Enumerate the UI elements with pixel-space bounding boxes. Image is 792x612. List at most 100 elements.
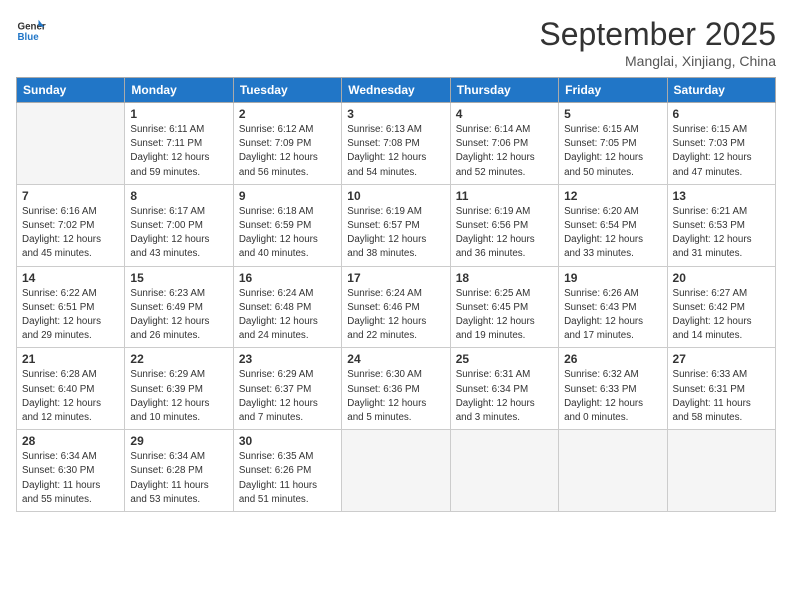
day-number: 28 xyxy=(22,434,119,448)
day-number: 20 xyxy=(673,271,770,285)
calendar-day-30: 30 Sunrise: 6:35 AMSunset: 6:26 PMDayligh… xyxy=(233,430,341,512)
calendar-day-5: 5 Sunrise: 6:15 AMSunset: 7:05 PMDaylight… xyxy=(559,103,667,185)
day-number: 8 xyxy=(130,189,227,203)
day-number: 19 xyxy=(564,271,661,285)
day-info: Sunrise: 6:21 AMSunset: 6:53 PMDaylight:… xyxy=(673,205,770,262)
day-info: Sunrise: 6:32 AMSunset: 6:33 PMDaylight:… xyxy=(564,368,661,425)
calendar-day-13: 13 Sunrise: 6:21 AMSunset: 6:53 PMDayligh… xyxy=(667,184,775,266)
svg-text:Blue: Blue xyxy=(18,32,40,43)
day-info: Sunrise: 6:34 AMSunset: 6:28 PMDaylight:… xyxy=(130,450,227,507)
day-info: Sunrise: 6:26 AMSunset: 6:43 PMDaylight:… xyxy=(564,287,661,344)
day-number: 21 xyxy=(22,352,119,366)
day-number: 5 xyxy=(564,107,661,121)
day-info: Sunrise: 6:19 AMSunset: 6:56 PMDaylight:… xyxy=(456,205,553,262)
day-info: Sunrise: 6:35 AMSunset: 6:26 PMDaylight:… xyxy=(239,450,336,507)
day-info: Sunrise: 6:22 AMSunset: 6:51 PMDaylight:… xyxy=(22,287,119,344)
day-info: Sunrise: 6:17 AMSunset: 7:00 PMDaylight:… xyxy=(130,205,227,262)
calendar-day-21: 21 Sunrise: 6:28 AMSunset: 6:40 PMDayligh… xyxy=(17,348,125,430)
day-number: 22 xyxy=(130,352,227,366)
day-number: 10 xyxy=(347,189,444,203)
location: Manglai, Xinjiang, China xyxy=(539,53,776,69)
calendar-day-7: 7Sunrise: 6:16 AMSunset: 7:02 PMDaylight… xyxy=(17,184,125,266)
calendar-day-19: 19 Sunrise: 6:26 AMSunset: 6:43 PMDayligh… xyxy=(559,266,667,348)
day-number: 11 xyxy=(456,189,553,203)
day-number: 23 xyxy=(239,352,336,366)
day-info: Sunrise: 6:23 AMSunset: 6:49 PMDaylight:… xyxy=(130,287,227,344)
day-info: Sunrise: 6:13 AMSunset: 7:08 PMDaylight:… xyxy=(347,123,444,180)
day-info: Sunrise: 6:24 AMSunset: 6:48 PMDaylight:… xyxy=(239,287,336,344)
calendar-day-25: 25Sunrise: 6:31 AMSunset: 6:34 PMDayligh… xyxy=(450,348,558,430)
title-block: September 2025 Manglai, Xinjiang, China xyxy=(539,16,776,69)
day-number: 3 xyxy=(347,107,444,121)
calendar-day-28: 28 Sunrise: 6:34 AMSunset: 6:30 PMDayligh… xyxy=(17,430,125,512)
calendar-week-5: 28 Sunrise: 6:34 AMSunset: 6:30 PMDayligh… xyxy=(17,430,776,512)
calendar-day-14: 14Sunrise: 6:22 AMSunset: 6:51 PMDayligh… xyxy=(17,266,125,348)
calendar-empty xyxy=(17,103,125,185)
day-number: 2 xyxy=(239,107,336,121)
day-number: 18 xyxy=(456,271,553,285)
day-info: Sunrise: 6:25 AMSunset: 6:45 PMDaylight:… xyxy=(456,287,553,344)
calendar-day-17: 17 Sunrise: 6:24 AMSunset: 6:46 PMDayligh… xyxy=(342,266,450,348)
day-number: 24 xyxy=(347,352,444,366)
day-number: 17 xyxy=(347,271,444,285)
day-info: Sunrise: 6:15 AMSunset: 7:05 PMDaylight:… xyxy=(564,123,661,180)
calendar-day-12: 12Sunrise: 6:20 AMSunset: 6:54 PMDayligh… xyxy=(559,184,667,266)
day-number: 7 xyxy=(22,189,119,203)
calendar-day-4: 4Sunrise: 6:14 AMSunset: 7:06 PMDaylight… xyxy=(450,103,558,185)
day-number: 1 xyxy=(130,107,227,121)
weekday-header-tuesday: Tuesday xyxy=(233,78,341,103)
day-info: Sunrise: 6:31 AMSunset: 6:34 PMDaylight:… xyxy=(456,368,553,425)
day-number: 9 xyxy=(239,189,336,203)
day-number: 16 xyxy=(239,271,336,285)
day-info: Sunrise: 6:19 AMSunset: 6:57 PMDaylight:… xyxy=(347,205,444,262)
day-info: Sunrise: 6:33 AMSunset: 6:31 PMDaylight:… xyxy=(673,368,770,425)
calendar-day-3: 3 Sunrise: 6:13 AMSunset: 7:08 PMDaylight… xyxy=(342,103,450,185)
weekday-header-monday: Monday xyxy=(125,78,233,103)
day-number: 13 xyxy=(673,189,770,203)
calendar-day-16: 16 Sunrise: 6:24 AMSunset: 6:48 PMDayligh… xyxy=(233,266,341,348)
day-info: Sunrise: 6:15 AMSunset: 7:03 PMDaylight:… xyxy=(673,123,770,180)
day-number: 6 xyxy=(673,107,770,121)
day-info: Sunrise: 6:29 AMSunset: 6:37 PMDaylight:… xyxy=(239,368,336,425)
calendar-day-22: 22 Sunrise: 6:29 AMSunset: 6:39 PMDayligh… xyxy=(125,348,233,430)
month-title: September 2025 xyxy=(539,16,776,53)
day-number: 29 xyxy=(130,434,227,448)
day-info: Sunrise: 6:30 AMSunset: 6:36 PMDaylight:… xyxy=(347,368,444,425)
calendar-day-15: 15Sunrise: 6:23 AMSunset: 6:49 PMDayligh… xyxy=(125,266,233,348)
calendar-day-8: 8 Sunrise: 6:17 AMSunset: 7:00 PMDaylight… xyxy=(125,184,233,266)
day-info: Sunrise: 6:24 AMSunset: 6:46 PMDaylight:… xyxy=(347,287,444,344)
calendar-day-11: 11 Sunrise: 6:19 AMSunset: 6:56 PMDayligh… xyxy=(450,184,558,266)
weekday-header-row: SundayMondayTuesdayWednesdayThursdayFrid… xyxy=(17,78,776,103)
day-info: Sunrise: 6:11 AMSunset: 7:11 PMDaylight:… xyxy=(130,123,227,180)
logo: General Blue xyxy=(16,16,46,46)
day-info: Sunrise: 6:29 AMSunset: 6:39 PMDaylight:… xyxy=(130,368,227,425)
calendar-day-29: 29 Sunrise: 6:34 AMSunset: 6:28 PMDayligh… xyxy=(125,430,233,512)
calendar-day-1: 1 Sunrise: 6:11 AMSunset: 7:11 PMDaylight… xyxy=(125,103,233,185)
calendar-table: SundayMondayTuesdayWednesdayThursdayFrid… xyxy=(16,77,776,512)
weekday-header-saturday: Saturday xyxy=(667,78,775,103)
day-info: Sunrise: 6:28 AMSunset: 6:40 PMDaylight:… xyxy=(22,368,119,425)
calendar-day-26: 26 Sunrise: 6:32 AMSunset: 6:33 PMDayligh… xyxy=(559,348,667,430)
day-info: Sunrise: 6:12 AMSunset: 7:09 PMDaylight:… xyxy=(239,123,336,180)
calendar-week-4: 21 Sunrise: 6:28 AMSunset: 6:40 PMDayligh… xyxy=(17,348,776,430)
day-number: 26 xyxy=(564,352,661,366)
calendar-day-18: 18 Sunrise: 6:25 AMSunset: 6:45 PMDayligh… xyxy=(450,266,558,348)
day-info: Sunrise: 6:18 AMSunset: 6:59 PMDaylight:… xyxy=(239,205,336,262)
calendar-day-20: 20 Sunrise: 6:27 AMSunset: 6:42 PMDayligh… xyxy=(667,266,775,348)
calendar-day-27: 27Sunrise: 6:33 AMSunset: 6:31 PMDayligh… xyxy=(667,348,775,430)
day-info: Sunrise: 6:34 AMSunset: 6:30 PMDaylight:… xyxy=(22,450,119,507)
calendar-week-2: 7Sunrise: 6:16 AMSunset: 7:02 PMDaylight… xyxy=(17,184,776,266)
calendar-day-23: 23 Sunrise: 6:29 AMSunset: 6:37 PMDayligh… xyxy=(233,348,341,430)
weekday-header-sunday: Sunday xyxy=(17,78,125,103)
calendar-day-6: 6 Sunrise: 6:15 AMSunset: 7:03 PMDaylight… xyxy=(667,103,775,185)
day-info: Sunrise: 6:20 AMSunset: 6:54 PMDaylight:… xyxy=(564,205,661,262)
calendar-empty xyxy=(667,430,775,512)
page-header: General Blue September 2025 Manglai, Xin… xyxy=(16,16,776,69)
day-info: Sunrise: 6:27 AMSunset: 6:42 PMDaylight:… xyxy=(673,287,770,344)
day-info: Sunrise: 6:14 AMSunset: 7:06 PMDaylight:… xyxy=(456,123,553,180)
weekday-header-thursday: Thursday xyxy=(450,78,558,103)
weekday-header-wednesday: Wednesday xyxy=(342,78,450,103)
calendar-empty xyxy=(450,430,558,512)
calendar-empty xyxy=(559,430,667,512)
day-number: 30 xyxy=(239,434,336,448)
